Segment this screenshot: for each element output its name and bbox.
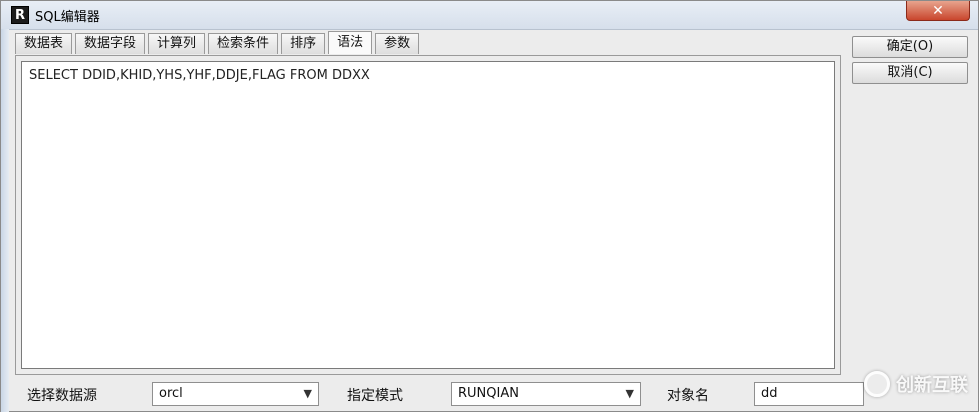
watermark-logo-icon — [864, 371, 890, 397]
datasource-label: 选择数据源 — [27, 388, 97, 404]
title-bar: R SQL编辑器 ✕ — [1, 1, 978, 30]
tab-bar: 数据表 数据字段 计算列 检索条件 排序 语法 参数 — [15, 31, 422, 55]
schema-value: RUNQIAN — [458, 386, 519, 401]
left-window-edge — [1, 29, 9, 412]
sql-text-area[interactable]: SELECT DDID,KHID,YHS,YHF,DDJE,FLAG FROM … — [21, 61, 835, 369]
cancel-button[interactable]: 取消(C) — [852, 62, 968, 84]
watermark-text: 创新互联 — [896, 375, 968, 396]
datasource-select[interactable]: orcl ▼ — [152, 382, 319, 406]
schema-select[interactable]: RUNQIAN ▼ — [451, 382, 641, 406]
chevron-down-icon: ▼ — [625, 387, 634, 400]
tab-data-fields[interactable]: 数据字段 — [75, 33, 146, 54]
schema-label: 指定模式 — [347, 388, 403, 404]
tab-parameters[interactable]: 参数 — [375, 33, 420, 54]
close-button[interactable]: ✕ — [906, 1, 970, 21]
syntax-panel: SELECT DDID,KHID,YHS,YHF,DDJE,FLAG FROM … — [15, 55, 841, 375]
ok-button[interactable]: 确定(O) — [852, 36, 968, 58]
object-name-label: 对象名 — [667, 388, 709, 404]
tab-search-conditions[interactable]: 检索条件 — [208, 33, 279, 54]
tab-computed-columns[interactable]: 计算列 — [148, 33, 206, 54]
window-title: SQL编辑器 — [35, 10, 100, 25]
datasource-value: orcl — [159, 386, 183, 401]
chevron-down-icon: ▼ — [303, 387, 312, 400]
object-name-input[interactable]: dd — [754, 382, 864, 406]
sql-editor-dialog: R SQL编辑器 ✕ 数据表 数据字段 计算列 检索条件 排序 语法 参数 SE… — [0, 0, 979, 412]
object-name-value: dd — [761, 386, 778, 401]
app-icon: R — [11, 6, 29, 24]
watermark: 创新互联 — [864, 371, 968, 397]
tab-syntax[interactable]: 语法 — [328, 31, 373, 54]
tab-sort[interactable]: 排序 — [281, 33, 326, 54]
tab-data-table[interactable]: 数据表 — [15, 33, 73, 54]
